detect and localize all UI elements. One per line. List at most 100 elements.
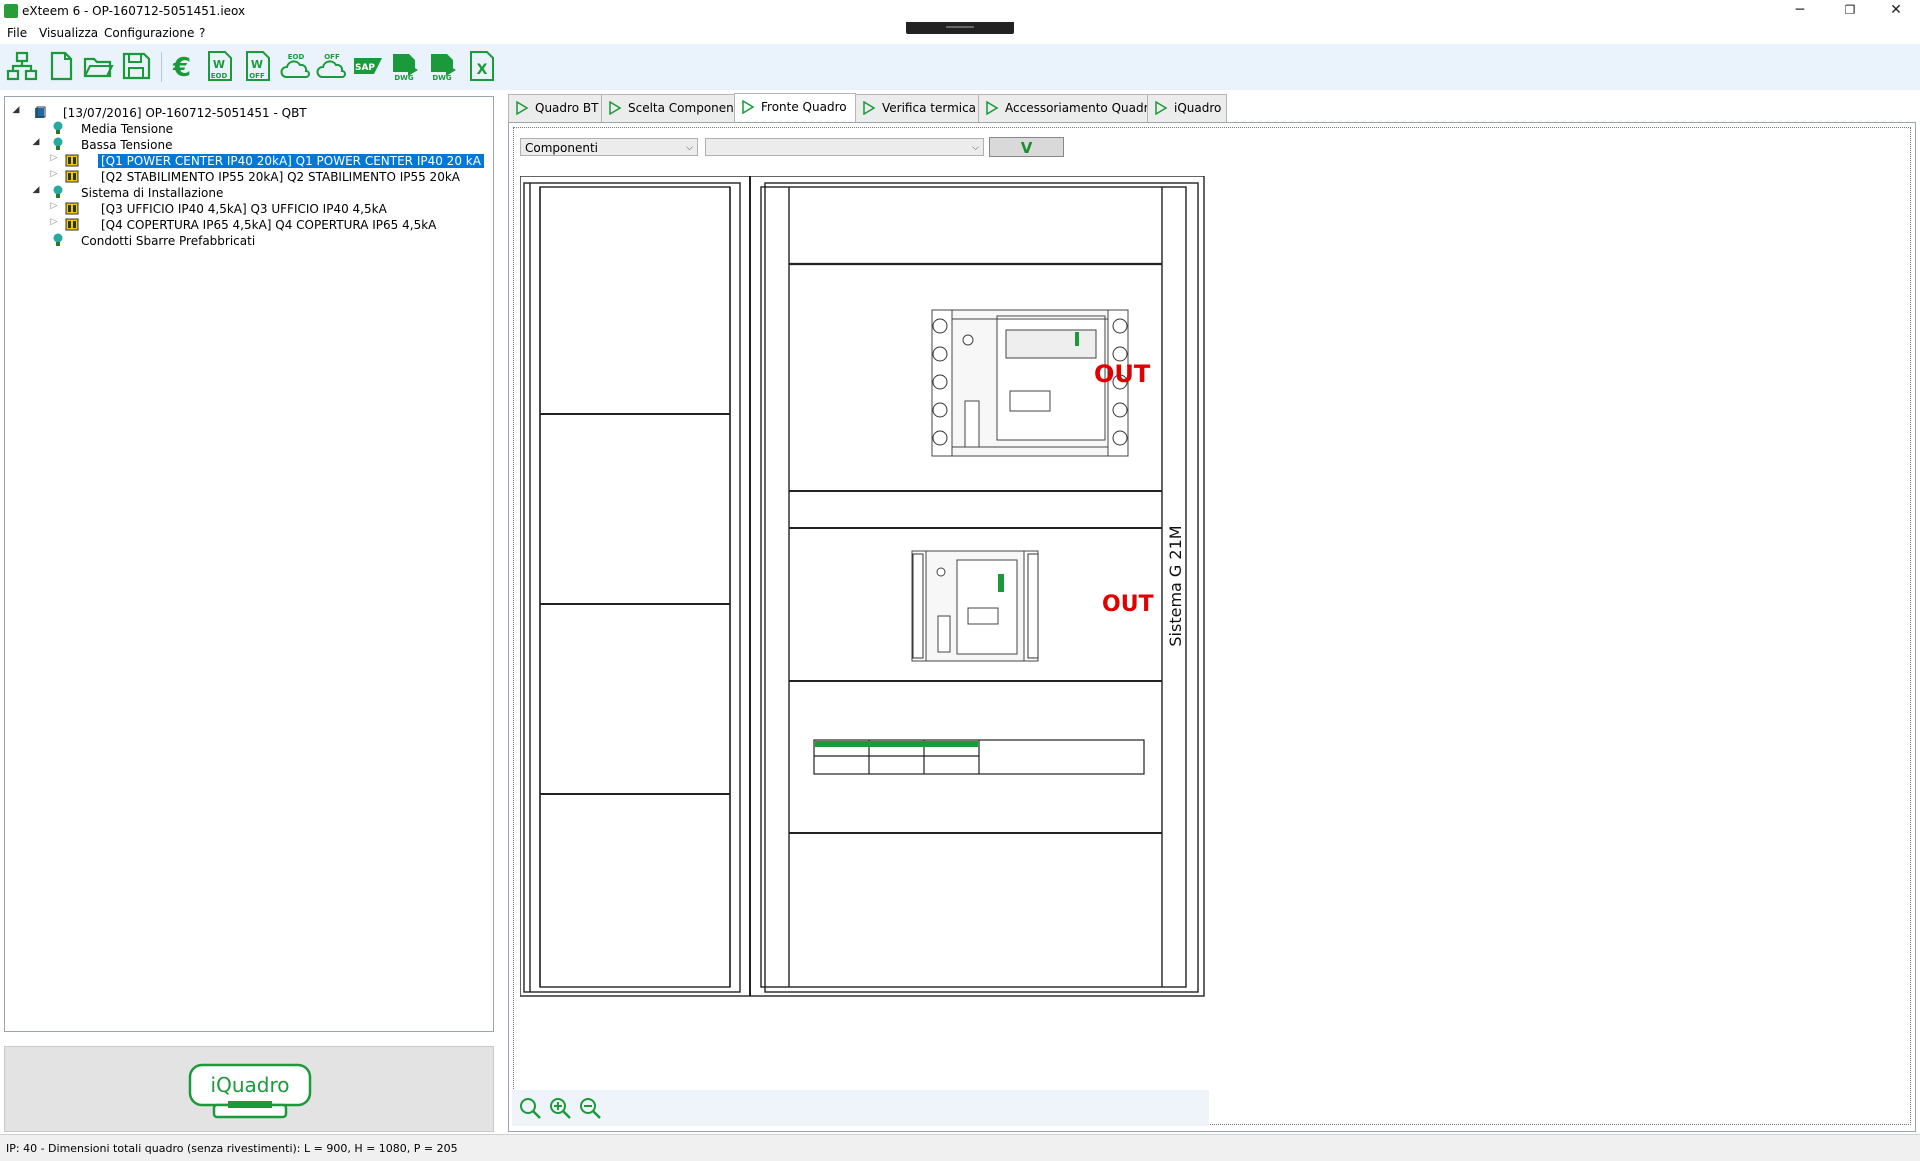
tree-condotti[interactable]: Condotti Sbarre Prefabbricati bbox=[81, 233, 255, 249]
tab-label: Fronte Quadro bbox=[761, 100, 847, 114]
toolbar: € W EOD W OFF EOD OFF SAP DWG DWG X bbox=[0, 44, 1920, 90]
collapse-arrow-icon[interactable]: ▷ bbox=[49, 153, 59, 169]
tree-q2[interactable]: [Q2 STABILIMENTO IP55 20kA] Q2 STABILIME… bbox=[101, 169, 460, 185]
switchboard-icon bbox=[65, 154, 79, 167]
cloud-off-icon[interactable]: OFF bbox=[316, 50, 348, 82]
componenti-select[interactable]: Componenti ⌵ bbox=[520, 138, 698, 156]
restore-button[interactable]: ❐ bbox=[1830, 0, 1870, 22]
secondary-select[interactable]: ⌵ bbox=[705, 138, 984, 156]
system-side-label: Sistema G 21M bbox=[1166, 525, 1185, 646]
play-icon bbox=[609, 101, 622, 115]
play-icon bbox=[1155, 101, 1168, 115]
svg-text:€: € bbox=[172, 53, 191, 82]
zoom-toolbar bbox=[512, 1090, 1209, 1126]
switchboard-frame bbox=[520, 176, 1205, 997]
voltage-bulb-icon bbox=[53, 137, 63, 150]
svg-text:EOD: EOD bbox=[211, 72, 228, 80]
tree-q4[interactable]: [Q4 COPERTURA IP65 4,5kA] Q4 COPERTURA I… bbox=[101, 217, 436, 233]
open-folder-icon[interactable] bbox=[82, 50, 114, 82]
tab-fronte-quadro[interactable]: Fronte Quadro bbox=[734, 93, 856, 123]
zoom-out-icon[interactable] bbox=[578, 1096, 602, 1120]
expand-arrow-icon[interactable]: ◢ bbox=[11, 105, 21, 121]
tab-label: Verifica termica bbox=[882, 101, 977, 115]
close-button[interactable]: ✕ bbox=[1876, 0, 1916, 22]
word-eod-icon[interactable]: W EOD bbox=[204, 50, 236, 82]
svg-text:EOD: EOD bbox=[288, 53, 305, 61]
svg-text:iQuadro: iQuadro bbox=[211, 1073, 290, 1097]
svg-text:SAP: SAP bbox=[355, 63, 375, 73]
tab-iquadro[interactable]: iQuadro bbox=[1147, 94, 1227, 123]
svg-text:W: W bbox=[213, 58, 225, 71]
menu-visualizza[interactable]: Visualizza bbox=[39, 26, 98, 40]
iquadro-logo-panel: iQuadro bbox=[4, 1046, 494, 1132]
svg-text:OFF: OFF bbox=[249, 72, 265, 80]
tab-scelta-componenti[interactable]: Scelta Componenti bbox=[601, 94, 742, 123]
status-text: IP: 40 - Dimensioni totali quadro (senza… bbox=[6, 1142, 458, 1155]
expand-arrow-icon[interactable]: ◢ bbox=[31, 137, 41, 153]
collapse-arrow-icon[interactable]: ▷ bbox=[49, 201, 59, 217]
tab-label: Accessoriamento Quadro bbox=[1005, 101, 1156, 115]
play-icon bbox=[986, 101, 999, 115]
toolbar-separator bbox=[161, 52, 162, 82]
svg-text:OFF: OFF bbox=[324, 53, 340, 61]
structure-icon[interactable] bbox=[6, 50, 38, 82]
minimize-button[interactable]: ─ bbox=[1780, 0, 1820, 22]
collapse-arrow-icon[interactable]: ▷ bbox=[49, 169, 59, 185]
tree-bassa-tensione[interactable]: Bassa Tensione bbox=[81, 137, 172, 153]
excel-icon[interactable]: X bbox=[466, 50, 498, 82]
tree-sistema[interactable]: Sistema di Installazione bbox=[81, 185, 223, 201]
voltage-bulb-icon bbox=[53, 233, 63, 246]
switchboard-front-drawing[interactable]: OUT OUT Sistema G 21M bbox=[520, 176, 1210, 998]
euro-icon[interactable]: € bbox=[166, 50, 198, 82]
zoom-in-icon[interactable] bbox=[548, 1096, 572, 1120]
tree-q3[interactable]: [Q3 UFFICIO IP40 4,5kA] Q3 UFFICIO IP40 … bbox=[101, 201, 387, 217]
tree-root[interactable]: [13/07/2016] OP-160712-5051451 - QBT bbox=[63, 105, 307, 121]
play-icon bbox=[863, 101, 876, 115]
circuit-breaker-2 bbox=[911, 550, 1039, 662]
dwg-export-icon[interactable]: DWG bbox=[390, 50, 422, 82]
menu-file[interactable]: File bbox=[7, 26, 27, 40]
tree-q1[interactable]: [Q1 POWER CENTER IP40 20kA] Q1 POWER CEN… bbox=[98, 153, 484, 169]
tab-accessoriamento-quadro[interactable]: Accessoriamento Quadro bbox=[978, 94, 1156, 123]
breaker-1-indicator bbox=[1075, 332, 1079, 346]
status-bar: IP: 40 - Dimensioni totali quadro (senza… bbox=[0, 1134, 1920, 1161]
play-icon bbox=[742, 100, 755, 114]
sap-icon[interactable]: SAP bbox=[352, 50, 384, 82]
switchboard-icon bbox=[65, 170, 79, 183]
chevron-down-icon: ⌵ bbox=[686, 143, 693, 153]
tree-media-tensione[interactable]: Media Tensione bbox=[81, 121, 173, 137]
menu-bar: File Visualizza Configurazione ? bbox=[0, 22, 1920, 44]
out-label-1: OUT bbox=[1094, 360, 1151, 388]
out-label-2: OUT bbox=[1102, 592, 1154, 617]
din-modules-accent bbox=[815, 741, 978, 747]
title-bar: eXteem 6 - OP-160712-5051451.ieox ─ ❐ ✕ bbox=[0, 0, 1920, 22]
tab-label: iQuadro bbox=[1174, 101, 1222, 115]
save-icon[interactable] bbox=[120, 50, 152, 82]
componenti-select-value: Componenti bbox=[525, 141, 599, 155]
voltage-bulb-icon bbox=[53, 121, 63, 134]
tab-quadro-bt[interactable]: Quadro BT bbox=[508, 94, 602, 123]
tab-verifica-termica[interactable]: Verifica termica bbox=[855, 94, 979, 123]
svg-text:W: W bbox=[251, 58, 263, 71]
new-document-icon[interactable] bbox=[45, 50, 77, 82]
iquadro-logo[interactable]: iQuadro bbox=[188, 1063, 312, 1119]
menu-configurazione[interactable]: Configurazione bbox=[104, 26, 194, 40]
zoom-fit-icon[interactable] bbox=[518, 1096, 542, 1120]
breaker-2-indicator bbox=[998, 574, 1004, 592]
left-column-frame bbox=[523, 182, 741, 993]
menu-help[interactable]: ? bbox=[199, 26, 205, 40]
word-off-icon[interactable]: W OFF bbox=[242, 50, 274, 82]
voltage-bulb-icon bbox=[53, 185, 63, 198]
tree-q1-label: [Q1 POWER CENTER IP40 20kA] Q1 POWER CEN… bbox=[98, 154, 484, 168]
svg-text:DWG: DWG bbox=[432, 74, 452, 82]
dwg-export-2-icon[interactable]: DWG bbox=[428, 50, 460, 82]
svg-text:DWG: DWG bbox=[394, 74, 414, 82]
project-tree: ◢ [13/07/2016] OP-160712-5051451 - QBT M… bbox=[4, 96, 494, 1032]
collapse-arrow-icon[interactable]: ▷ bbox=[49, 217, 59, 233]
app-icon bbox=[4, 4, 18, 18]
cloud-eod-icon[interactable]: EOD bbox=[280, 50, 312, 82]
svg-text:X: X bbox=[477, 62, 488, 78]
tab-label: Scelta Componenti bbox=[628, 101, 742, 115]
expand-arrow-icon[interactable]: ◢ bbox=[31, 185, 41, 201]
apply-button[interactable]: V bbox=[989, 137, 1064, 157]
